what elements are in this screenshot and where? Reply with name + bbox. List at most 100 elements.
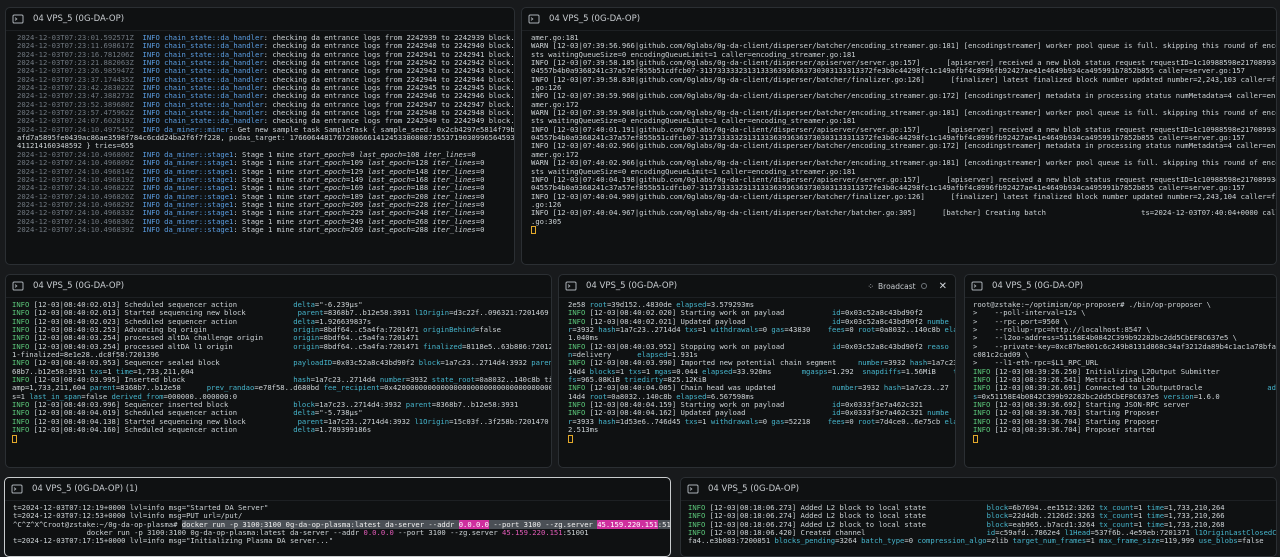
log-segment: parent: [405, 400, 432, 410]
log-line: INFO [12-03|08:40:04.160] Scheduled sequ…: [12, 425, 545, 435]
log-segment: da_miner::stage1: [164, 224, 234, 234]
log-segment: target_num_frames: [1012, 536, 1087, 546]
log-segment: reaso: [927, 341, 949, 351]
log-segment: INFO [12-03|07:40:04.909|github.com/0gla…: [531, 191, 1276, 201]
terminal-pane-op-batcher[interactable]: 04 VPS_5 (0G-DA-OP) INFO [12-03|08:18:06…: [680, 477, 1277, 557]
terminal-output[interactable]: INFO [12-03|08:40:02.013] Scheduled sequ…: [6, 298, 551, 443]
log-segment: =0x4200000000000000000000000000000000000…: [379, 383, 551, 393]
pane-tab-header[interactable]: 04 VPS_5 (0G-DA-OP): [681, 478, 1276, 501]
log-segment: =0: [758, 325, 772, 335]
log-line: INFO [12-03|07:39:59.968|github.com/0gla…: [531, 92, 1276, 100]
log-segment: =3264: [835, 536, 862, 546]
terminal-output[interactable]: INFO [12-03|08:18:06.273] Added L2 block…: [681, 501, 1276, 546]
pane-title: 04 VPS_5 (0G-DA-OP): [33, 14, 125, 24]
terminal-pane-da-node[interactable]: 04 VPS_5 (0G-DA-OP) 2024-12-03T07:23:01.…: [5, 7, 515, 265]
log-segment: number: [831, 383, 858, 393]
terminal-cursor: [12, 434, 17, 443]
log-segment: t=2024-12-03T07:17:15+0000 lvl=info msg=…: [13, 536, 334, 546]
pane-title: 04 VPS_5 (0G-DA-OP): [586, 281, 678, 291]
pane-tab-header[interactable]: 04 VPS_5 (0G-DA-OP) ⁘ Broadcast ✕: [559, 275, 955, 298]
log-segment: block: [418, 358, 441, 368]
log-segment: withdrawals: [710, 325, 759, 335]
broadcast-icon: ⁘: [867, 281, 875, 291]
log-segment: =43830: [784, 325, 828, 335]
log-segment: =1.6.0: [1193, 391, 1220, 401]
log-segment: =0: [904, 536, 918, 546]
terminal-output[interactable]: 2024-12-03T07:23:01.592571Z INFO chain_s…: [6, 31, 514, 234]
log-line: t=2024-12-03T07:17:15+0000 lvl=info msg=…: [13, 537, 664, 545]
pane-tab-header[interactable]: 04 VPS_5 (0G-DA-OP) (1): [5, 478, 670, 501]
log-segment: INFO: [133, 224, 165, 234]
log-segment: =8368b7..b12e58:3931: [431, 400, 519, 410]
log-segment: payloadID: [293, 358, 333, 368]
log-segment: =33.920ms: [732, 366, 802, 376]
log-line: r=3932 hash=1a7c23..2714d4 txs=1 withdra…: [568, 325, 955, 335]
terminal-output[interactable]: t=2024-12-03T07:12:19+0000 lvl=info msg=…: [5, 501, 670, 546]
log-segment: =e78f58..d680bd: [254, 383, 324, 393]
log-segment: compression_algo: [917, 536, 987, 546]
terminal-output[interactable]: root@zstake:~/optimism/op-proposer# ./bi…: [965, 298, 1276, 443]
log-segment: l1Origin: [414, 416, 450, 426]
terminal-pane-op-geth[interactable]: 04 VPS_5 (0G-DA-OP) ⁘ Broadcast ✕ 2e58 r…: [558, 274, 956, 468]
log-segment: hash: [598, 325, 616, 335]
log-segment: withdrawals: [710, 416, 759, 426]
log-segment: INFO: [973, 425, 995, 435]
log-segment: 45.159.220.151: [597, 519, 658, 529]
log-segment: =269: [345, 224, 368, 234]
close-icon[interactable]: ✕: [939, 281, 947, 292]
log-segment: :51001: [657, 519, 670, 529]
log-segment: l1Origin: [414, 308, 450, 318]
log-segment: INFO [12-03|07:39:58.838|github.com/0gla…: [531, 74, 1276, 84]
broadcast-status-icon: [920, 283, 927, 289]
log-segment: start_epoch: [298, 224, 346, 234]
log-segment: finalized: [423, 341, 463, 351]
terminal-output[interactable]: amer.go:181 WARN [12-03|07:39:56.966|gith…: [522, 31, 1276, 234]
log-segment: 0.0.0.0: [363, 528, 394, 538]
terminal-pane-da-server[interactable]: 04 VPS_5 (0G-DA-OP) (1) t=2024-12-03T07:…: [4, 477, 671, 557]
pane-tab-header[interactable]: 04 VPS_5 (0G-DA-OP): [522, 8, 1276, 31]
log-segment: =1.292: [827, 366, 863, 376]
terminal-cursor: [531, 225, 536, 234]
log-segment: elapsed: [944, 325, 955, 335]
log-segment: INFO [12-03|07:40:04.967|github.com/0gla…: [531, 208, 1276, 218]
log-segment: =1: [697, 325, 711, 335]
log-segment: triedif: [953, 367, 955, 376]
log-segment: =0: [758, 416, 772, 426]
log-line: .go:305: [531, 217, 1270, 226]
terminal-output[interactable]: 2e58 root=39d152..4830de elapsed=3.57929…: [559, 298, 955, 443]
broadcast-toggle[interactable]: ⁘ Broadcast: [867, 281, 927, 291]
terminal-pane-op-proposer[interactable]: 04 VPS_5 (0G-DA-OP) root@zstake:~/optimi…: [964, 274, 1277, 468]
terminal-icon: [12, 13, 24, 25]
log-segment: iter_lines: [432, 224, 476, 234]
log-segment: =false: [1237, 536, 1264, 546]
log-segment: gas: [771, 416, 785, 426]
log-segment: INFO [12-03|07:40:02.966|github.com/0gla…: [531, 141, 1276, 151]
log-segment: batch_type: [861, 536, 905, 546]
log-segment: =0: [475, 224, 485, 234]
log-segment: =288: [410, 224, 433, 234]
log-segment: origin: [293, 341, 320, 351]
pane-tab-header[interactable]: 04 VPS_5 (0G-DA-OP): [6, 8, 514, 31]
terminal-pane-op-node[interactable]: 04 VPS_5 (0G-DA-OP) INFO [12-03|08:40:02…: [5, 274, 552, 468]
log-segment: =1a7c23..2714d4: [615, 325, 685, 335]
log-segment: last_epoch: [367, 224, 411, 234]
log-segment: INFO: [12, 425, 34, 435]
log-segment: delta: [293, 425, 315, 435]
log-line: INFO [12-03|07:40:04.967|github.com/0gla…: [531, 209, 1276, 217]
pane-tab-header[interactable]: 04 VPS_5 (0G-DA-OP): [6, 275, 551, 298]
log-segment: root: [857, 416, 876, 426]
log-segment: fee_recipient: [323, 383, 380, 393]
log-line: 2024-12-03T07:24:10.496839Z INFO da_mine…: [17, 224, 508, 234]
pane-title: 04 VPS_5 (0G-DA-OP): [992, 281, 1084, 291]
terminal-icon: [528, 13, 540, 25]
pane-tab-header[interactable]: 04 VPS_5 (0G-DA-OP): [965, 275, 1276, 298]
log-segment: =false: [475, 325, 502, 335]
terminal-icon: [11, 483, 23, 495]
log-segment: =0x03c52a8c43bd90f2: [332, 358, 419, 368]
log-segment: fees: [827, 325, 845, 335]
log-segment: txs: [684, 325, 698, 335]
terminal-icon: [687, 483, 699, 495]
log-segment: =1.56MiB: [901, 366, 954, 376]
terminal-pane-da-client[interactable]: 04 VPS_5 (0G-DA-OP) amer.go:181 WARN [12-…: [521, 7, 1277, 265]
log-segment: 2.513ms: [568, 425, 599, 435]
